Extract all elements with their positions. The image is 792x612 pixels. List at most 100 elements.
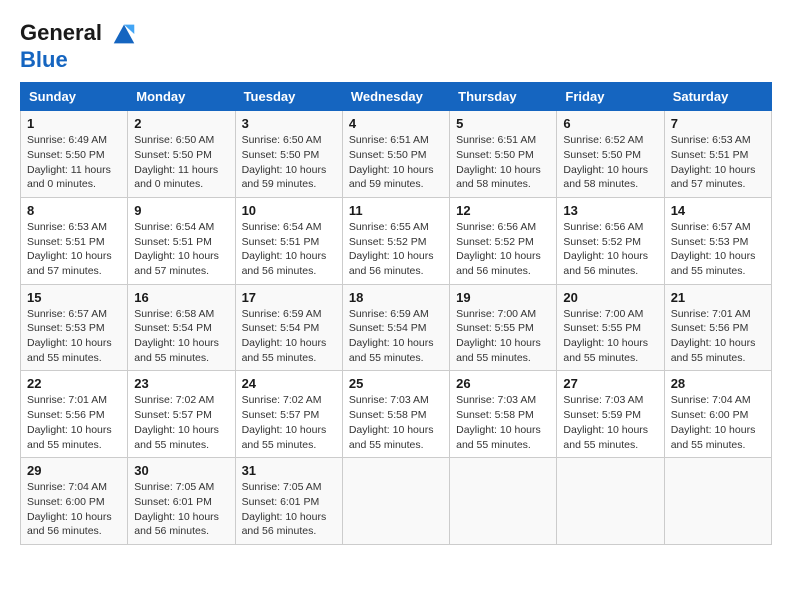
day-number: 16 [134, 290, 228, 305]
calendar-day-cell: 14 Sunrise: 6:57 AM Sunset: 5:53 PM Dayl… [664, 197, 771, 284]
day-info: Sunrise: 6:50 AM Sunset: 5:50 PM Dayligh… [242, 133, 336, 192]
calendar-day-cell: 6 Sunrise: 6:52 AM Sunset: 5:50 PM Dayli… [557, 111, 664, 198]
day-info: Sunrise: 6:58 AM Sunset: 5:54 PM Dayligh… [134, 307, 228, 366]
calendar-day-cell: 7 Sunrise: 6:53 AM Sunset: 5:51 PM Dayli… [664, 111, 771, 198]
calendar-day-cell: 10 Sunrise: 6:54 AM Sunset: 5:51 PM Dayl… [235, 197, 342, 284]
calendar-day-cell [342, 458, 449, 545]
day-info: Sunrise: 6:50 AM Sunset: 5:50 PM Dayligh… [134, 133, 228, 192]
day-info: Sunrise: 6:54 AM Sunset: 5:51 PM Dayligh… [242, 220, 336, 279]
day-info: Sunrise: 6:57 AM Sunset: 5:53 PM Dayligh… [27, 307, 121, 366]
weekday-header: Tuesday [235, 83, 342, 111]
logo-text: General [20, 20, 138, 48]
day-number: 12 [456, 203, 550, 218]
day-info: Sunrise: 7:01 AM Sunset: 5:56 PM Dayligh… [671, 307, 765, 366]
day-info: Sunrise: 6:54 AM Sunset: 5:51 PM Dayligh… [134, 220, 228, 279]
day-number: 26 [456, 376, 550, 391]
calendar-week-row: 29 Sunrise: 7:04 AM Sunset: 6:00 PM Dayl… [21, 458, 772, 545]
day-info: Sunrise: 6:53 AM Sunset: 5:51 PM Dayligh… [27, 220, 121, 279]
weekday-header: Friday [557, 83, 664, 111]
calendar-day-cell: 30 Sunrise: 7:05 AM Sunset: 6:01 PM Dayl… [128, 458, 235, 545]
day-number: 14 [671, 203, 765, 218]
day-info: Sunrise: 6:56 AM Sunset: 5:52 PM Dayligh… [456, 220, 550, 279]
calendar-day-cell: 13 Sunrise: 6:56 AM Sunset: 5:52 PM Dayl… [557, 197, 664, 284]
day-number: 7 [671, 116, 765, 131]
weekday-header: Wednesday [342, 83, 449, 111]
calendar-day-cell: 2 Sunrise: 6:50 AM Sunset: 5:50 PM Dayli… [128, 111, 235, 198]
day-number: 13 [563, 203, 657, 218]
day-info: Sunrise: 7:02 AM Sunset: 5:57 PM Dayligh… [242, 393, 336, 452]
calendar-day-cell: 12 Sunrise: 6:56 AM Sunset: 5:52 PM Dayl… [450, 197, 557, 284]
day-info: Sunrise: 7:05 AM Sunset: 6:01 PM Dayligh… [242, 480, 336, 539]
calendar-week-row: 15 Sunrise: 6:57 AM Sunset: 5:53 PM Dayl… [21, 284, 772, 371]
calendar-day-cell: 25 Sunrise: 7:03 AM Sunset: 5:58 PM Dayl… [342, 371, 449, 458]
day-number: 3 [242, 116, 336, 131]
day-number: 21 [671, 290, 765, 305]
day-info: Sunrise: 6:56 AM Sunset: 5:52 PM Dayligh… [563, 220, 657, 279]
day-number: 31 [242, 463, 336, 478]
calendar-day-cell: 4 Sunrise: 6:51 AM Sunset: 5:50 PM Dayli… [342, 111, 449, 198]
weekday-header: Sunday [21, 83, 128, 111]
day-number: 15 [27, 290, 121, 305]
calendar-day-cell: 16 Sunrise: 6:58 AM Sunset: 5:54 PM Dayl… [128, 284, 235, 371]
day-number: 8 [27, 203, 121, 218]
day-number: 11 [349, 203, 443, 218]
weekday-header: Saturday [664, 83, 771, 111]
day-info: Sunrise: 6:52 AM Sunset: 5:50 PM Dayligh… [563, 133, 657, 192]
calendar-day-cell: 27 Sunrise: 7:03 AM Sunset: 5:59 PM Dayl… [557, 371, 664, 458]
day-info: Sunrise: 7:04 AM Sunset: 6:00 PM Dayligh… [27, 480, 121, 539]
day-number: 10 [242, 203, 336, 218]
calendar-body: 1 Sunrise: 6:49 AM Sunset: 5:50 PM Dayli… [21, 111, 772, 545]
day-number: 5 [456, 116, 550, 131]
weekday-header: Thursday [450, 83, 557, 111]
calendar-day-cell: 18 Sunrise: 6:59 AM Sunset: 5:54 PM Dayl… [342, 284, 449, 371]
day-number: 4 [349, 116, 443, 131]
day-number: 20 [563, 290, 657, 305]
calendar-day-cell: 24 Sunrise: 7:02 AM Sunset: 5:57 PM Dayl… [235, 371, 342, 458]
day-number: 24 [242, 376, 336, 391]
day-info: Sunrise: 6:49 AM Sunset: 5:50 PM Dayligh… [27, 133, 121, 192]
calendar-week-row: 8 Sunrise: 6:53 AM Sunset: 5:51 PM Dayli… [21, 197, 772, 284]
weekday-header: Monday [128, 83, 235, 111]
calendar-day-cell: 20 Sunrise: 7:00 AM Sunset: 5:55 PM Dayl… [557, 284, 664, 371]
calendar-day-cell: 3 Sunrise: 6:50 AM Sunset: 5:50 PM Dayli… [235, 111, 342, 198]
calendar-table: SundayMondayTuesdayWednesdayThursdayFrid… [20, 82, 772, 545]
day-number: 19 [456, 290, 550, 305]
calendar-day-cell: 26 Sunrise: 7:03 AM Sunset: 5:58 PM Dayl… [450, 371, 557, 458]
day-number: 17 [242, 290, 336, 305]
calendar-day-cell: 22 Sunrise: 7:01 AM Sunset: 5:56 PM Dayl… [21, 371, 128, 458]
day-info: Sunrise: 6:51 AM Sunset: 5:50 PM Dayligh… [349, 133, 443, 192]
day-info: Sunrise: 7:04 AM Sunset: 6:00 PM Dayligh… [671, 393, 765, 452]
day-info: Sunrise: 7:02 AM Sunset: 5:57 PM Dayligh… [134, 393, 228, 452]
calendar-day-cell: 17 Sunrise: 6:59 AM Sunset: 5:54 PM Dayl… [235, 284, 342, 371]
calendar-day-cell: 23 Sunrise: 7:02 AM Sunset: 5:57 PM Dayl… [128, 371, 235, 458]
day-number: 27 [563, 376, 657, 391]
day-number: 30 [134, 463, 228, 478]
calendar-day-cell: 11 Sunrise: 6:55 AM Sunset: 5:52 PM Dayl… [342, 197, 449, 284]
day-info: Sunrise: 7:00 AM Sunset: 5:55 PM Dayligh… [456, 307, 550, 366]
day-number: 2 [134, 116, 228, 131]
calendar-day-cell: 1 Sunrise: 6:49 AM Sunset: 5:50 PM Dayli… [21, 111, 128, 198]
day-number: 22 [27, 376, 121, 391]
page-header: General Blue [20, 20, 772, 72]
calendar-day-cell: 28 Sunrise: 7:04 AM Sunset: 6:00 PM Dayl… [664, 371, 771, 458]
day-info: Sunrise: 7:01 AM Sunset: 5:56 PM Dayligh… [27, 393, 121, 452]
day-info: Sunrise: 6:51 AM Sunset: 5:50 PM Dayligh… [456, 133, 550, 192]
day-info: Sunrise: 7:00 AM Sunset: 5:55 PM Dayligh… [563, 307, 657, 366]
calendar-day-cell [557, 458, 664, 545]
day-info: Sunrise: 6:53 AM Sunset: 5:51 PM Dayligh… [671, 133, 765, 192]
calendar-day-cell [450, 458, 557, 545]
calendar-day-cell: 8 Sunrise: 6:53 AM Sunset: 5:51 PM Dayli… [21, 197, 128, 284]
calendar-day-cell: 21 Sunrise: 7:01 AM Sunset: 5:56 PM Dayl… [664, 284, 771, 371]
calendar-day-cell: 19 Sunrise: 7:00 AM Sunset: 5:55 PM Dayl… [450, 284, 557, 371]
day-number: 9 [134, 203, 228, 218]
day-number: 29 [27, 463, 121, 478]
calendar-day-cell: 29 Sunrise: 7:04 AM Sunset: 6:00 PM Dayl… [21, 458, 128, 545]
day-info: Sunrise: 7:05 AM Sunset: 6:01 PM Dayligh… [134, 480, 228, 539]
day-info: Sunrise: 6:59 AM Sunset: 5:54 PM Dayligh… [242, 307, 336, 366]
calendar-day-cell [664, 458, 771, 545]
calendar-week-row: 22 Sunrise: 7:01 AM Sunset: 5:56 PM Dayl… [21, 371, 772, 458]
day-info: Sunrise: 7:03 AM Sunset: 5:58 PM Dayligh… [456, 393, 550, 452]
calendar-day-cell: 9 Sunrise: 6:54 AM Sunset: 5:51 PM Dayli… [128, 197, 235, 284]
day-number: 18 [349, 290, 443, 305]
calendar-day-cell: 31 Sunrise: 7:05 AM Sunset: 6:01 PM Dayl… [235, 458, 342, 545]
